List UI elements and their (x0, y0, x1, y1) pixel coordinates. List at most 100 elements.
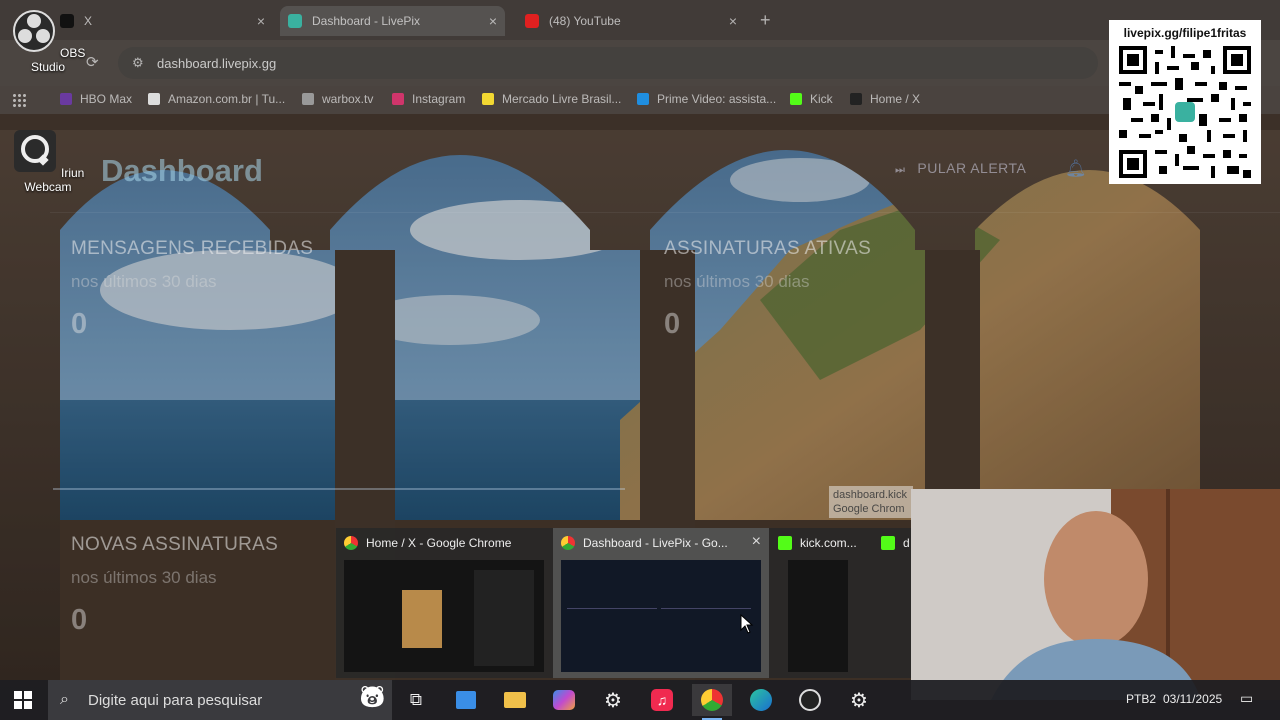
preview-title: kick.com... (800, 536, 857, 550)
clock-date[interactable]: 03/11/2025 (1163, 692, 1222, 706)
preview-thumbnail (788, 560, 848, 672)
card-value: 0 (71, 308, 88, 340)
obs-icon[interactable] (790, 684, 830, 716)
x-logo-icon (850, 93, 862, 105)
mouse-cursor-icon (740, 614, 754, 634)
amazon-icon (148, 93, 160, 105)
taskbar-search-box[interactable]: ⌕ Digite aqui para pesquisar 🐻︎ (48, 680, 392, 720)
skip-alert-button[interactable]: ⏭ PULAR ALERTA (895, 160, 1026, 177)
bookmark-label: warbox.tv (322, 92, 374, 106)
edge-icon[interactable] (741, 684, 781, 716)
mercadolivre-icon (482, 93, 494, 105)
browser-tab-strip: X × Dashboard - LivePix × (48) YouTube ×… (0, 0, 1280, 40)
card-divider (53, 488, 625, 490)
windows-taskbar: ⌕ Digite aqui para pesquisar 🐻︎ ⧉ ⚙ ♫ ⚙ … (0, 680, 1280, 720)
close-icon[interactable]: × (489, 13, 497, 29)
omnibox[interactable]: ⚙ dashboard.livepix.gg (118, 47, 1098, 79)
search-placeholder[interactable]: Digite aqui para pesquisar (88, 692, 262, 709)
card-novas-assinaturas: NOVAS ASSINATURAS nos últimos 30 dias 0 (71, 534, 278, 637)
qr-label: livepix.gg/filipe1fritas (1123, 26, 1247, 40)
bookmark-label: Prime Video: assista... (657, 92, 777, 106)
bookmark-label: HBO Max (80, 92, 133, 106)
bookmark-prime-video[interactable]: Prime Video: assista... (637, 92, 776, 106)
bookmark-label: Amazon.com.br | Tu... (168, 92, 286, 106)
card-assinaturas-ativas: ASSINATURAS ATIVAS nos últimos 30 dias 0 (664, 238, 871, 341)
apps-grid-icon[interactable] (12, 93, 26, 107)
bookmark-warbox[interactable]: warbox.tv (302, 92, 373, 106)
tab-youtube[interactable]: (48) YouTube × (525, 6, 737, 36)
kick-icon (790, 93, 802, 105)
tab-label: (48) YouTube (549, 14, 621, 28)
webcam-feed-image (911, 489, 1280, 700)
search-icon: ⌕ (60, 691, 69, 708)
itunes-icon[interactable]: ♫ (642, 684, 682, 716)
bookmark-mercado-livre[interactable]: Mercado Livre Brasil... (482, 92, 621, 106)
bookmark-label: Mercado Livre Brasil... (502, 92, 622, 106)
notification-center-icon[interactable]: ▭ (1240, 690, 1253, 707)
close-preview-button[interactable]: × (752, 533, 761, 551)
bookmark-instagram[interactable]: Instagram (392, 92, 465, 106)
preview-thumbnail (344, 560, 544, 672)
bookmark-home-x[interactable]: Home / X (850, 92, 920, 106)
chatgpt-icon[interactable]: ⚙ (593, 684, 633, 716)
primevideo-icon (637, 93, 649, 105)
tab-dashboard-livepix[interactable]: Dashboard - LivePix × (280, 6, 505, 36)
card-title: MENSAGENS RECEBIDAS (71, 238, 314, 259)
preview-title: Dashboard - LivePix - Go... (583, 536, 728, 550)
tab-label: Dashboard - LivePix (312, 14, 421, 28)
youtube-logo-icon (525, 14, 539, 28)
preview-home-x[interactable]: Home / X - Google Chrome (336, 528, 552, 678)
desktop-icon-iriun-webcam[interactable]: Iriun Webcam (8, 128, 88, 194)
site-info-icon[interactable]: ⚙ (132, 55, 144, 71)
preview-thumbnail (561, 560, 761, 672)
tooltip-line: dashboard.kick (833, 489, 907, 501)
bookmark-kick[interactable]: Kick (790, 92, 833, 106)
preview-dashboard-livepix[interactable]: Dashboard - LivePix - Go... × (553, 528, 769, 678)
close-icon[interactable]: × (729, 13, 737, 29)
keyboard-layout[interactable]: PTB2 (1126, 692, 1156, 706)
card-mensagens-recebidas: MENSAGENS RECEBIDAS nos últimos 30 dias … (71, 238, 313, 341)
kick-icon (881, 536, 895, 550)
tab-tooltip: dashboard.kick Google Chrom (829, 486, 913, 518)
qr-code-image (1119, 46, 1251, 178)
instagram-icon (392, 93, 404, 105)
notification-bell-icon[interactable]: 🔔︎ (1065, 159, 1087, 179)
taskbar-preview-popup: Home / X - Google Chrome Dashboard - Liv… (336, 528, 911, 678)
search-highlight-icon: 🐻︎ (358, 684, 386, 709)
webcam-overlay (911, 489, 1280, 700)
card-subtitle: nos últimos 30 dias (664, 272, 810, 291)
skip-alert-label: PULAR ALERTA (917, 160, 1027, 176)
card-title: NOVAS ASSINATURAS (71, 534, 279, 555)
preview-title: Home / X - Google Chrome (366, 536, 512, 550)
chrome-icon (561, 536, 575, 550)
page-title: Dashboard (101, 153, 263, 188)
settings-icon[interactable]: ⚙ (839, 684, 879, 716)
store-icon[interactable] (446, 684, 486, 716)
bookmark-label: Home / X (870, 92, 921, 106)
copilot-icon[interactable] (544, 684, 584, 716)
windows-start-icon[interactable] (14, 691, 32, 709)
task-view-icon[interactable]: ⧉ (396, 684, 436, 716)
preview-kick[interactable]: kick.com... (770, 528, 872, 678)
card-subtitle: nos últimos 30 dias (71, 272, 217, 291)
chrome-icon[interactable] (692, 684, 732, 720)
url-text[interactable]: dashboard.livepix.gg (157, 56, 276, 71)
preview-title: d (903, 536, 910, 550)
card-title: ASSINATURAS ATIVAS (664, 238, 872, 259)
address-bar-row: ⟳ ⚙ dashboard.livepix.gg (0, 40, 1280, 86)
warbox-icon (302, 93, 314, 105)
bookmark-hbo-max[interactable]: HBO Max (60, 92, 132, 106)
desktop-icon-obs[interactable]: OBS Studio (8, 8, 88, 74)
hbo-icon (60, 93, 72, 105)
bookmarks-bar: HBO Max Amazon.com.br | Tu... warbox.tv … (0, 86, 1280, 114)
bookmark-amazon[interactable]: Amazon.com.br | Tu... (148, 92, 285, 106)
new-tab-button[interactable]: + (760, 10, 771, 31)
bookmark-label: Kick (810, 92, 833, 106)
tooltip-line: Google Chrom (833, 503, 905, 515)
close-icon[interactable]: × (257, 13, 265, 29)
file-explorer-icon[interactable] (495, 684, 535, 716)
tab-x[interactable]: X × (60, 6, 265, 36)
card-subtitle: nos últimos 30 dias (71, 568, 217, 587)
preview-kick-dashboard[interactable]: d (873, 528, 911, 678)
card-value: 0 (71, 604, 88, 636)
